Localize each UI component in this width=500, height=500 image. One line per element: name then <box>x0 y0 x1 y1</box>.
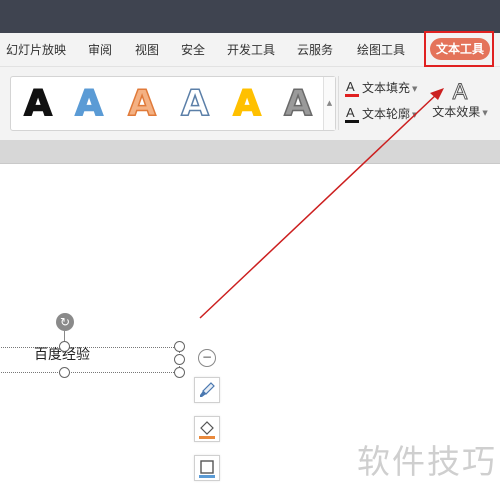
ribbon-bottom-strip <box>0 140 500 164</box>
text-style-gallery: A A A A A A ▲ <box>10 76 336 131</box>
resize-handle-top[interactable] <box>59 341 70 352</box>
text-fill-label: 文本填充 <box>362 81 411 95</box>
menu-cloud-services[interactable]: 云服务 <box>297 42 333 58</box>
text-outline-label: 文本轮廓 <box>362 107 411 121</box>
text-style-orange-outline[interactable]: A <box>117 82 167 125</box>
chevron-down-icon: ▼ <box>412 84 418 93</box>
text-style-black[interactable]: A <box>13 82 63 125</box>
resize-handle-bottom-right[interactable] <box>174 367 185 378</box>
menu-drawing-tools[interactable]: 绘图工具 <box>357 42 405 58</box>
text-style-gray-gradient[interactable]: A <box>273 82 323 125</box>
window-titlebar <box>0 0 500 33</box>
shape-style-button[interactable] <box>194 377 220 403</box>
text-effect-label: 文本效果 <box>432 105 481 119</box>
shape-outline-button[interactable] <box>194 455 220 481</box>
text-outline-icon: A <box>345 106 359 123</box>
outline-square-icon <box>199 460 215 478</box>
menu-view[interactable]: 视图 <box>135 42 159 58</box>
shape-fill-button[interactable] <box>194 416 220 442</box>
gallery-scroll-button[interactable]: ▲ <box>323 77 335 130</box>
chevron-down-icon: ▼ <box>412 110 418 119</box>
menu-developer-tools[interactable]: 开发工具 <box>227 42 275 58</box>
chevron-down-icon: ▼ <box>482 108 488 117</box>
menu-review[interactable]: 审阅 <box>88 42 112 58</box>
ribbon-panel: A A A A A A ▲ <box>0 67 500 140</box>
text-style-blue[interactable]: A <box>64 82 114 125</box>
resize-handle-bottom[interactable] <box>59 367 70 378</box>
collapse-toolbar-icon[interactable]: − <box>198 349 216 367</box>
text-tools-highlight-box <box>424 31 494 67</box>
ribbon-divider <box>338 76 339 130</box>
selected-textbox[interactable] <box>0 347 180 373</box>
resize-handle-top-right[interactable] <box>174 341 185 352</box>
text-style-gold[interactable]: A <box>222 82 272 125</box>
text-outline-button[interactable]: A 文本轮廓 ▼ <box>345 106 417 123</box>
rotate-handle-icon[interactable]: ↻ <box>56 313 74 331</box>
text-effect-icon: A <box>452 79 468 104</box>
menu-slideshow[interactable]: 幻灯片放映 <box>6 42 66 58</box>
text-fill-icon: A <box>345 80 359 97</box>
text-fill-button[interactable]: A 文本填充 ▼ <box>345 80 417 97</box>
menu-security[interactable]: 安全 <box>181 42 205 58</box>
paint-bucket-icon <box>199 421 215 439</box>
resize-handle-right[interactable] <box>174 354 185 365</box>
text-style-white-outline[interactable]: A <box>170 82 220 125</box>
watermark-text: 软件技巧 <box>357 442 497 481</box>
brush-icon <box>200 382 215 397</box>
text-effect-button[interactable]: A 文本效果 ▼ <box>430 79 490 126</box>
